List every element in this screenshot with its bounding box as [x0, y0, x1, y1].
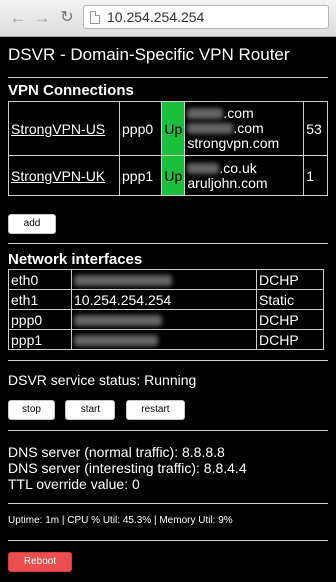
ip-cell [71, 269, 257, 290]
iface-cell: eth1 [8, 289, 72, 310]
vpn-row: StrongVPN-UK ppp1 Up .co.uk aruljohn.com… [8, 155, 328, 196]
vpn-section-heading: VPN Connections [8, 82, 134, 99]
vpn-count-cell: 1 [303, 155, 328, 196]
ip-cell: 10.254.254.254 [71, 289, 257, 310]
network-row: ppp0 DCHP [8, 309, 324, 330]
redacted-text [74, 334, 158, 346]
divider [8, 430, 328, 431]
network-table: eth0 DCHP eth1 10.254.254.254 Static ppp… [8, 269, 324, 350]
domain-line: aruljohn.com [187, 174, 268, 191]
ttl-override: TTL override value: 0 [8, 476, 140, 492]
dns-normal: DNS server (normal traffic): 8.8.8.8 [8, 444, 225, 460]
vpn-count-cell: 53 [303, 101, 328, 156]
page-title: DSVR - Domain-Specific VPN Router [8, 45, 290, 64]
redacted-text [187, 108, 224, 119]
divider [8, 77, 328, 78]
domain-suffix: .com [233, 120, 264, 136]
vpn-name-cell: StrongVPN-UK [8, 155, 120, 196]
redacted-text [187, 123, 234, 134]
add-vpn-button[interactable]: add [8, 214, 56, 234]
service-status: DSVR service status: Running [8, 372, 197, 388]
redacted-text [187, 162, 220, 174]
reload-icon[interactable]: ↻ [57, 7, 77, 29]
divider [8, 540, 328, 541]
domain-line: .co.uk [187, 159, 301, 176]
stop-button[interactable]: stop [8, 400, 55, 420]
network-row: eth1 10.254.254.254 Static [8, 289, 324, 310]
redacted-text [74, 314, 162, 326]
network-row: eth0 DCHP [8, 269, 324, 290]
browser-toolbar: ← → ↻ 10.254.254.254 [0, 0, 336, 37]
network-section-heading: Network interfaces [8, 251, 143, 268]
ip-cell [71, 329, 257, 350]
vpn-domains-cell: .com .com strongvpn.com [184, 101, 305, 156]
divider [8, 243, 328, 244]
domain-suffix: .com [223, 105, 254, 121]
back-arrow-icon[interactable]: ← [8, 7, 28, 29]
page-icon [90, 11, 100, 24]
mode-cell: DCHP [256, 309, 324, 330]
ip-cell [71, 309, 257, 330]
redacted-text [74, 274, 172, 286]
domain-line: .com [187, 106, 301, 121]
vpn-table: StrongVPN-US ppp0 Up .com .com strongvpn… [8, 101, 328, 196]
address-bar[interactable]: 10.254.254.254 [83, 5, 329, 29]
iface-cell: eth0 [8, 269, 72, 290]
mode-cell: DCHP [256, 269, 324, 290]
system-stats: Uptime: 1m | CPU % Util: 45.3% | Memory … [8, 515, 233, 526]
iface-cell: ppp1 [8, 329, 72, 350]
vpn-link-strongvpn-us[interactable]: StrongVPN-US [11, 121, 105, 137]
forward-arrow-icon[interactable]: → [32, 7, 52, 29]
vpn-iface-cell: ppp0 [118, 101, 163, 156]
start-button[interactable]: start [65, 400, 116, 420]
vpn-name-cell: StrongVPN-US [8, 101, 120, 156]
mode-cell: DCHP [256, 329, 324, 350]
network-row: ppp1 DCHP [8, 329, 324, 350]
dns-interesting: DNS server (interesting traffic): 8.8.4.… [8, 460, 247, 476]
domain-line: strongvpn.com [187, 135, 280, 151]
reboot-button[interactable]: Reboot [8, 552, 72, 572]
mode-cell: Static [256, 289, 324, 310]
domain-line: .com [187, 121, 301, 136]
divider [8, 360, 328, 361]
iface-cell: ppp0 [8, 309, 72, 330]
url-text: 10.254.254.254 [107, 9, 205, 25]
vpn-iface-cell: ppp1 [118, 155, 163, 196]
vpn-link-strongvpn-uk[interactable]: StrongVPN-UK [11, 168, 105, 184]
domain-suffix: .co.uk [219, 159, 257, 176]
divider [8, 503, 328, 504]
restart-button[interactable]: restart [125, 400, 185, 420]
vpn-row: StrongVPN-US ppp0 Up .com .com strongvpn… [8, 101, 328, 156]
status-badge-up: Up [161, 155, 186, 196]
status-badge-up: Up [161, 101, 186, 156]
vpn-domains-cell: .co.uk aruljohn.com [184, 155, 305, 196]
page-content: DSVR - Domain-Specific VPN Router VPN Co… [0, 37, 336, 572]
